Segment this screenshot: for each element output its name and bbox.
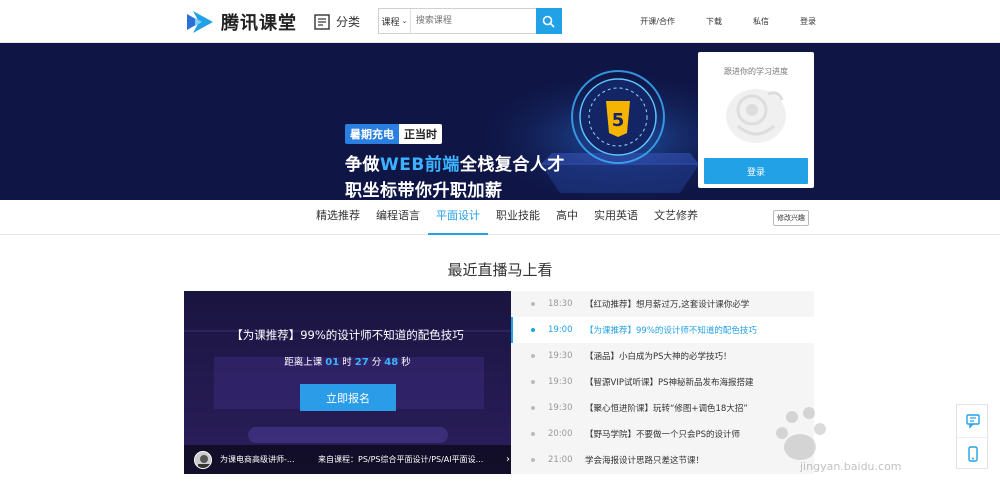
countdown-minutes-unit: 分 [371,357,382,368]
schedule-time: 19:00 [548,325,573,335]
search-button[interactable] [535,8,562,34]
schedule-item[interactable]: 19:30 【智源VIP试听课】PS神秘新品发布海报搭建 [511,369,814,395]
feedback-button[interactable] [957,405,989,437]
schedule-item[interactable]: 19:30 【涵品】小白成为PS大神的必学技巧！ [511,343,814,369]
schedule-title: 【智源VIP试听课】PS神秘新品发布海报搭建 [585,378,754,388]
enroll-button[interactable]: 立即报名 [300,384,396,411]
tab-high-school[interactable]: 高中 [548,200,586,235]
search-scope-label: 课程 [381,17,400,28]
schedule-time: 19:30 [548,377,573,387]
category-label: 分类 [336,15,361,29]
banner-tag: 暑期充电 正当时 [345,124,442,144]
link-messages[interactable]: 私信 [753,16,769,27]
timeline-dot [531,302,535,306]
learning-progress-card: 跟进你的学习进度 登录 [698,52,814,188]
edit-interests-button[interactable]: 修改兴趣 [773,210,809,226]
top-links: 开课/合作 下载 私信 登录 [609,16,816,27]
schedule-title: 学会海报设计思路只差这节课！ [585,456,705,466]
section-title: 最近直播马上看 [447,261,553,279]
logo[interactable]: 腾讯课堂 [185,9,297,35]
countdown-seconds-unit: 秒 [401,357,411,368]
list-icon [314,13,330,30]
category-menu[interactable]: 分类 [314,13,360,30]
tab-graphic-design[interactable]: 平面设计 [428,200,488,235]
countdown: 距离上课 01 时 27 分 48 秒 [184,354,511,368]
live-footer[interactable]: 为课电商高级讲师-... 来自课程：PS/PS综合平面设计/PS/AI平面设..… [184,445,511,474]
tab-english[interactable]: 实用英语 [586,200,646,235]
schedule-title: 【野马学院】不要做一个只会PS的设计师 [585,430,741,440]
promo-banner[interactable]: 5 暑期充电 正当时 争做WEB前端全栈复合人才 职坐标带你升职加薪 [0,43,1000,200]
link-open-course[interactable]: 开课/合作 [640,16,675,27]
schedule-title: 【聚心恒进阶课】玩转“修图+调色18大招” [585,404,748,414]
chevron-right-icon[interactable]: › [506,454,510,465]
schedule-time: 18:30 [548,299,573,309]
side-toolbar [956,404,989,469]
banner-tag-secondary: 正当时 [399,124,442,144]
top-bar: 腾讯课堂 分类 课程 ⌄ 开课/合作 下载 私信 登录 [0,0,1000,43]
countdown-seconds: 48 [384,357,399,368]
schedule-time: 19:30 [548,403,573,413]
teacher-name: 为课电商高级讲师-... [220,455,295,464]
schedule-time: 21:00 [548,455,573,465]
login-button[interactable]: 登录 [704,158,808,184]
tab-programming[interactable]: 编程语言 [368,200,428,235]
headline-highlight: WEB前端 [380,155,460,175]
mobile-phone-icon [968,445,978,462]
search-input[interactable] [410,9,536,33]
headline-post: 全栈复合人才 [459,155,565,175]
banner-tag-primary: 暑期充电 [345,124,399,144]
search-bar: 课程 ⌄ [378,8,562,34]
schedule-time: 20:00 [548,429,573,439]
search-scope-select[interactable]: 课程 ⌄ [379,9,411,33]
timeline-dot [531,354,535,358]
mobile-app-button[interactable] [957,437,989,469]
chevron-down-icon: ⌄ [401,17,408,25]
schedule-item-active[interactable]: 19:00 【为课推荐】99%的设计师不知道的配色技巧 [511,317,814,343]
interest-tabs: 精选推荐 编程语言 平面设计 职业技能 高中 实用英语 文艺修养 [308,200,706,235]
svg-text:5: 5 [612,110,625,131]
timeline-dot [531,328,535,332]
timeline-dot [531,432,535,436]
headline-pre: 争做 [345,155,380,175]
tencent-classroom-logo-icon [185,10,215,34]
schedule-title: 【红动推荐】想月薪过万,这套设计课你必学 [585,300,750,310]
tab-career-skills[interactable]: 职业技能 [488,200,548,235]
live-title: 【为课推荐】99%的设计师不知道的配色技巧 [231,328,464,342]
teacher-avatar [194,450,212,469]
search-icon [543,15,556,28]
banner-headline: 争做WEB前端全栈复合人才 职坐标带你升职加薪 [345,152,565,200]
countdown-hours-unit: 时 [342,357,352,368]
link-login[interactable]: 登录 [800,16,816,27]
schedule-title: 【为课推荐】99%的设计师不知道的配色技巧 [585,326,757,336]
link-download[interactable]: 下载 [706,16,722,27]
progress-title: 跟进你的学习进度 [724,67,788,76]
course-source: 来自课程：PS/PS综合平面设计/PS/AI平面设... [318,455,484,464]
timeline-dot [531,406,535,410]
mascot-placeholder-icon [726,89,786,143]
live-preview[interactable]: 【为课推荐】99%的设计师不知道的配色技巧 距离上课 01 时 27 分 48 … [184,291,511,474]
tab-arts[interactable]: 文艺修养 [646,200,706,235]
countdown-label: 距离上课 [284,357,323,368]
logo-text: 腾讯课堂 [221,13,297,34]
timeline-dot [531,458,535,462]
tab-featured[interactable]: 精选推荐 [308,200,368,235]
timeline-dot [531,380,535,384]
countdown-minutes: 27 [354,357,369,368]
schedule-item[interactable]: 18:30 【红动推荐】想月薪过万,这套设计课你必学 [511,291,814,317]
interest-nav: 精选推荐 编程语言 平面设计 职业技能 高中 实用英语 文艺修养 修改兴趣 [0,200,1000,235]
schedule-title: 【涵品】小白成为PS大神的必学技巧！ [585,352,732,362]
watermark-text: jingyan.baidu.com [800,460,902,473]
message-icon [966,414,980,429]
headline-line2: 职坐标带你升职加薪 [345,181,503,200]
schedule-time: 19:30 [548,351,573,361]
countdown-hours: 01 [325,357,340,368]
